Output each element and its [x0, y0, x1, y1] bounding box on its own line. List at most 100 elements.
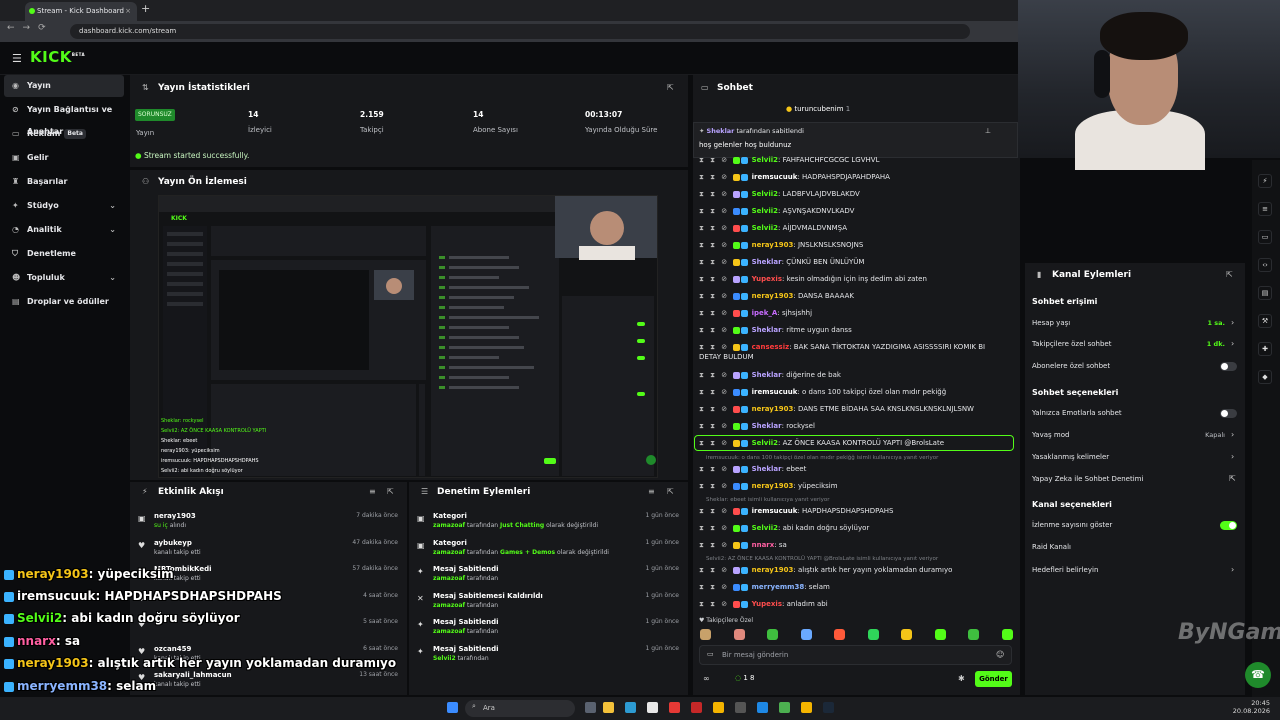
emote-icon[interactable]: [733, 629, 745, 640]
flash-icon[interactable]: ⚡: [1258, 174, 1272, 188]
chat-icon[interactable]: ▭: [1258, 230, 1272, 244]
infinity-icon[interactable]: ∞: [703, 674, 710, 683]
mod-tools-icon[interactable]: ⧗ ⧗ ⊘: [699, 156, 733, 164]
settings-icon[interactable]: ✱: [958, 674, 965, 683]
emote-icon[interactable]: [968, 629, 979, 640]
chat-username[interactable]: iremsucuuk: [752, 388, 798, 396]
sidebar-item-achievements[interactable]: ♜ Başarılar: [4, 171, 124, 193]
mod-tools-icon[interactable]: ⧗ ⧗ ⊘: [699, 524, 733, 532]
list-icon[interactable]: ≡: [1258, 202, 1272, 216]
chat-message[interactable]: ⧗ ⧗ ⊘ Selvii2: AŞVNŞAKDNVLKADV: [699, 206, 854, 216]
chat-message[interactable]: ⧗ ⧗ ⊘ iremsucuuk: o dans 100 takipçi öze…: [699, 387, 946, 397]
new-tab-button[interactable]: +: [141, 2, 150, 15]
code-icon[interactable]: ‹›: [1258, 258, 1272, 272]
mod-tools-icon[interactable]: ⧗ ⧗ ⊘: [699, 173, 733, 181]
chat-username[interactable]: Sheklar: [752, 422, 782, 430]
chat-username[interactable]: Selvii2: [752, 156, 778, 164]
filter-icon[interactable]: ≡: [648, 487, 655, 496]
diamond-icon[interactable]: ◆: [1258, 370, 1272, 384]
emote-icon[interactable]: [800, 629, 812, 640]
app-icon[interactable]: [735, 702, 746, 713]
chat-username[interactable]: cansessiz: [752, 343, 790, 351]
mod-tools-icon[interactable]: ⧗ ⧗ ⊘: [699, 482, 733, 490]
sidebar-item-ads[interactable]: ▭ Reklam Beta: [4, 123, 124, 145]
chat-message[interactable]: ⧗ ⧗ ⊘ iremsucuuk: HAPDHAPSDHAPSHDPAHS: [699, 506, 893, 516]
app-icon[interactable]: [757, 702, 768, 713]
mod-tools-icon[interactable]: ⧗ ⧗ ⊘: [699, 207, 733, 215]
mod-tools-icon[interactable]: ⧗ ⧗ ⊘: [699, 507, 733, 515]
emote-icon[interactable]: [1001, 629, 1013, 640]
emote-only-toggle[interactable]: [1220, 409, 1237, 418]
stream-preview-video[interactable]: KICK Sheklar: rockysel Selvii2: AZ ÖNCE …: [158, 195, 658, 478]
support-chat-button[interactable]: ☎: [1245, 662, 1271, 688]
chat-username[interactable]: Selvii2: [752, 224, 778, 232]
chat-username[interactable]: neray1903: [752, 292, 794, 300]
sidebar-item-yayin[interactable]: ◉ Yayın: [4, 75, 124, 97]
close-tab-icon[interactable]: ×: [125, 2, 131, 21]
chat-message[interactable]: ⧗ ⧗ ⊘ Sheklar: ÇÜNKÜ BEN ÜNLÜYÜM: [699, 257, 864, 267]
mod-tools-icon[interactable]: ⧗ ⧗ ⊘: [699, 258, 733, 266]
file-explorer-icon[interactable]: [603, 702, 614, 713]
unpin-icon[interactable]: ⊥: [985, 127, 991, 135]
mod-tools-icon[interactable]: ⧗ ⧗ ⊘: [699, 422, 733, 430]
filter-icon[interactable]: ≡: [369, 487, 376, 496]
chat-username[interactable]: neray1903: [752, 241, 794, 249]
chat-username[interactable]: Sheklar: [752, 326, 782, 334]
channel-points[interactable]: ◌ 1 8: [735, 674, 754, 682]
chat-message[interactable]: ⧗ ⧗ ⊘ nnarx: sa: [699, 540, 787, 550]
chat-username[interactable]: iremsucuuk: [752, 507, 798, 515]
mod-tools-icon[interactable]: ⧗ ⧗ ⊘: [699, 371, 733, 379]
chat-message[interactable]: ⧗ ⧗ ⊘ iremsucuuk: HADPAHSPDJAPAHDPAHA: [699, 172, 890, 182]
chat-message[interactable]: ⧗ ⧗ ⊘ ipek_A: sjhsjshhj: [699, 308, 812, 318]
sidebar-item-link[interactable]: ⊘ Yayın Bağlantısı ve Anahtar: [4, 99, 124, 136]
menu-icon[interactable]: ☰: [12, 52, 22, 65]
chat-message[interactable]: ⧗ ⧗ ⊘ cansessiz: BAK SANA TİKTOKTAN YAZD…: [699, 342, 1004, 362]
chat-username[interactable]: nnarx: [752, 541, 775, 549]
mod-tools-icon[interactable]: ⧗ ⧗ ⊘: [699, 309, 733, 317]
chat-message[interactable]: ⧗ ⧗ ⊘ Sheklar: diğerine de bak: [699, 370, 841, 380]
chat-username[interactable]: Selvii2: [752, 190, 778, 198]
popout-icon[interactable]: ⇱: [667, 487, 674, 496]
app-icon[interactable]: [779, 702, 790, 713]
store-icon[interactable]: [647, 702, 658, 713]
chat-message[interactable]: ⧗ ⧗ ⊘ Sheklar: ritme uygun danss: [699, 325, 852, 335]
emote-icon[interactable]: [867, 629, 879, 640]
mod-tools-icon[interactable]: ⧗ ⧗ ⊘: [699, 541, 733, 549]
chat-username[interactable]: Yupexis: [752, 275, 782, 283]
mod-tools-icon[interactable]: ⧗ ⧗ ⊘: [699, 439, 733, 447]
chat-username[interactable]: Sheklar: [752, 465, 782, 473]
emote-icon[interactable]: [700, 629, 711, 640]
chat-message[interactable]: ⧗ ⧗ ⊘ merryemm38: selam: [699, 582, 830, 592]
mod-tools-icon[interactable]: ⧗ ⧗ ⊘: [699, 600, 733, 608]
kick-logo[interactable]: KICKBETA: [30, 48, 85, 66]
mod-tools-icon[interactable]: ⧗ ⧗ ⊘: [699, 292, 733, 300]
mod-tools-icon[interactable]: ⧗ ⧗ ⊘: [699, 190, 733, 198]
slow-mode-row[interactable]: Yavaş mod: [1032, 431, 1069, 439]
mod-tools-icon[interactable]: ⧗ ⧗ ⊘: [699, 388, 733, 396]
mod-tools-icon[interactable]: ⧗ ⧗ ⊘: [699, 465, 733, 473]
chat-message[interactable]: ⧗ ⧗ ⊘ Sheklar: ebeet: [699, 464, 806, 474]
mod-tools-icon[interactable]: ⧗ ⧗ ⊘: [699, 583, 733, 591]
chat-username[interactable]: Sheklar: [752, 371, 782, 379]
raid-row[interactable]: Raid Kanalı: [1032, 543, 1071, 551]
send-button[interactable]: Gönder: [975, 671, 1012, 687]
subscriber-only-toggle[interactable]: [1220, 362, 1237, 371]
edge-icon[interactable]: [625, 702, 636, 713]
ai-moderation-row[interactable]: Yapay Zeka ile Sohbet Denetimi: [1032, 475, 1143, 483]
server-icon[interactable]: ▤: [1258, 286, 1272, 300]
sidebar-item-community[interactable]: ☻ Topluluk ⌄: [4, 267, 124, 289]
sidebar-item-moderation[interactable]: ⛉ Denetleme: [4, 243, 124, 265]
chat-username[interactable]: merryemm38: [752, 583, 805, 591]
banned-words-row[interactable]: Yasaklanmış kelimeler: [1032, 453, 1109, 461]
popout-icon[interactable]: ⇱: [387, 487, 394, 496]
emote-icon[interactable]: [834, 629, 845, 640]
nav-buttons[interactable]: ←→⟳: [7, 23, 54, 33]
follower-only-row[interactable]: Takipçilere özel sohbet: [1032, 340, 1111, 348]
chat-message[interactable]: ⧗ ⧗ ⊘ neray1903: yüpeciksim: [699, 481, 838, 491]
app-icon[interactable]: [691, 702, 702, 713]
chat-message[interactable]: ⧗ ⧗ ⊘ Yupexis: kesin olmadığın için inş …: [699, 274, 927, 284]
chat-message[interactable]: ⧗ ⧗ ⊘ Selvii2: AZ ÖNCE KAASA KONTROLÜ YA…: [699, 438, 944, 448]
sidebar-item-drops[interactable]: ▤ Droplar ve ödüller: [4, 291, 124, 313]
chat-username[interactable]: Sheklar: [752, 258, 782, 266]
chat-username[interactable]: Selvii2: [752, 207, 778, 215]
